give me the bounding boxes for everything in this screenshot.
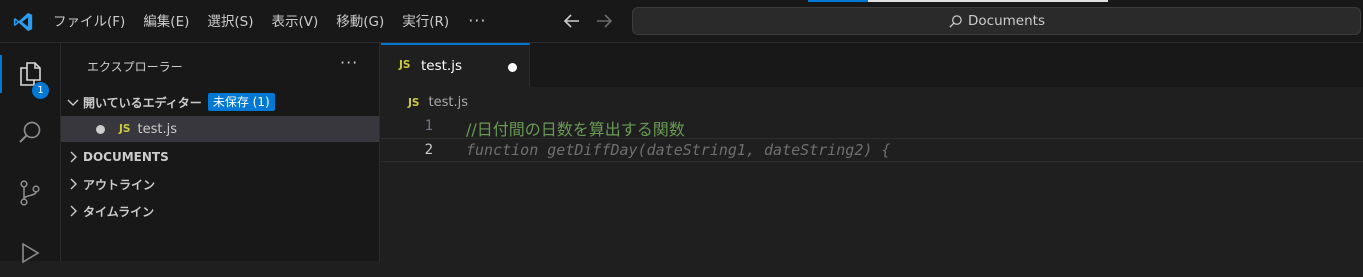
menu-file[interactable]: ファイル(F) bbox=[44, 9, 134, 35]
activity-run-debug[interactable] bbox=[0, 229, 60, 277]
search-icon bbox=[19, 121, 41, 143]
explorer-sidebar: エクスプローラー ··· 開いているエディター 未保存 (1) JS test.… bbox=[61, 43, 380, 261]
breadcrumb[interactable]: JS test.js bbox=[408, 95, 468, 110]
unsaved-badge: 未保存 (1) bbox=[207, 93, 275, 111]
section-timeline[interactable]: タイムライン bbox=[61, 198, 379, 224]
menu-run[interactable]: 実行(R) bbox=[393, 9, 458, 35]
line-number: 1 bbox=[424, 118, 433, 134]
editor-tab-bar: JS test.js bbox=[381, 43, 1363, 87]
section-label: DOCUMENTS bbox=[83, 150, 169, 164]
menu-go[interactable]: 移動(G) bbox=[327, 9, 393, 35]
chevron-down-icon bbox=[67, 99, 79, 106]
activity-search[interactable] bbox=[0, 109, 60, 157]
code-text: //日付間の日数を算出する関数 bbox=[466, 120, 685, 139]
js-file-icon: JS bbox=[399, 59, 411, 71]
section-label: タイムライン bbox=[83, 204, 155, 219]
activity-explorer[interactable]: 1 bbox=[0, 50, 60, 99]
file-name: test.js bbox=[137, 121, 177, 137]
title-bar: ファイル(F) 編集(E) 選択(S) 表示(V) 移動(G) 実行(R) ··… bbox=[0, 0, 1363, 43]
chevron-right-icon bbox=[70, 151, 77, 163]
sidebar-more-button[interactable]: ··· bbox=[340, 55, 358, 71]
open-editor-item[interactable]: JS test.js bbox=[61, 116, 379, 142]
breadcrumb-file[interactable]: test.js bbox=[428, 95, 467, 110]
chevron-right-icon bbox=[70, 205, 77, 217]
activity-bar: 1 bbox=[0, 43, 61, 264]
search-icon bbox=[949, 14, 962, 28]
code-suggestion-text: function getDiffDay(dateString1, dateStr… bbox=[466, 141, 891, 159]
search-text: Documents bbox=[968, 13, 1045, 29]
section-open-editors[interactable]: 開いているエディター 未保存 (1) bbox=[61, 89, 379, 115]
menu-view[interactable]: 表示(V) bbox=[263, 9, 328, 35]
arrow-left-icon[interactable] bbox=[560, 9, 584, 33]
section-label: 開いているエディター bbox=[83, 95, 202, 110]
unsaved-dot-icon[interactable] bbox=[508, 63, 517, 72]
code-line[interactable]: 1 //日付間の日数を算出する関数 bbox=[381, 115, 1363, 139]
menu-bar: ファイル(F) 編集(E) 選択(S) 表示(V) 移動(G) 実行(R) ··… bbox=[44, 0, 496, 43]
line-number: 2 bbox=[424, 142, 433, 158]
code-line[interactable]: 2 function getDiffDay(dateString1, dateS… bbox=[381, 138, 1363, 162]
section-documents[interactable]: DOCUMENTS bbox=[61, 144, 379, 170]
window-accent-strip-light bbox=[868, 0, 1108, 2]
section-label: アウトライン bbox=[83, 177, 156, 192]
command-center-search[interactable]: Documents bbox=[632, 7, 1361, 35]
js-file-icon: JS bbox=[408, 96, 420, 109]
chevron-right-icon bbox=[70, 178, 77, 190]
run-debug-icon bbox=[22, 242, 40, 264]
vscode-logo-icon bbox=[13, 12, 33, 32]
unsaved-dot-icon[interactable] bbox=[96, 124, 105, 134]
source-control-icon bbox=[20, 180, 40, 206]
arrow-right-icon[interactable] bbox=[592, 9, 616, 33]
tab-label: test.js bbox=[421, 58, 463, 74]
js-file-icon: JS bbox=[119, 123, 131, 135]
section-outline[interactable]: アウトライン bbox=[61, 171, 379, 197]
activity-source-control[interactable] bbox=[0, 169, 60, 217]
sidebar-title: エクスプローラー bbox=[87, 60, 183, 74]
menu-more-button[interactable]: ··· bbox=[458, 9, 496, 35]
menu-selection[interactable]: 選択(S) bbox=[198, 9, 262, 35]
explorer-badge: 1 bbox=[32, 82, 49, 99]
tab-test-js[interactable]: JS test.js bbox=[381, 43, 530, 87]
menu-edit[interactable]: 編集(E) bbox=[134, 9, 198, 35]
code-editor[interactable]: JS test.js 1 //日付間の日数を算出する関数 2 function … bbox=[381, 87, 1363, 261]
window-accent-strip bbox=[808, 0, 868, 2]
active-indicator bbox=[0, 55, 2, 93]
